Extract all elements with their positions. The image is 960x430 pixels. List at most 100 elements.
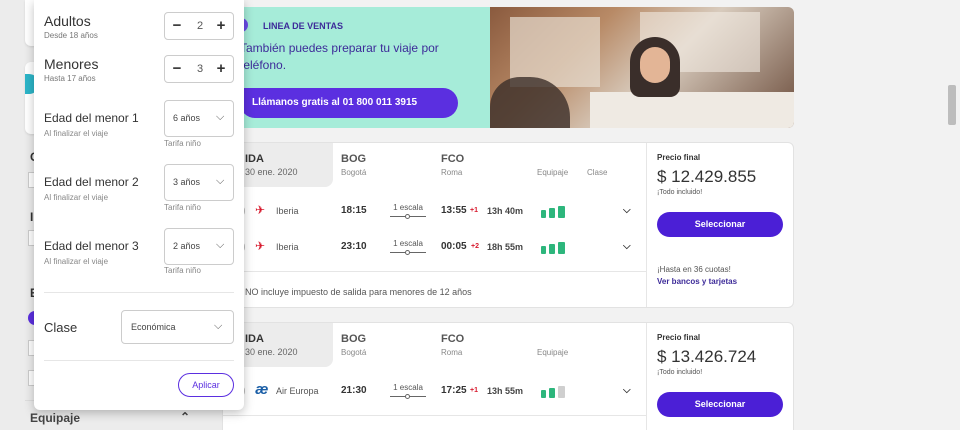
chevron-down-icon: ⌵ [216, 111, 225, 123]
child-age-sublabel: Al finalizar el viaje [44, 193, 109, 202]
call-center-photo [490, 7, 794, 128]
adults-label: Adultos [44, 13, 91, 29]
equipaje-filter-heading[interactable]: Equipaje [30, 411, 80, 425]
minors-label: Menores [44, 56, 99, 72]
column-clase: Clase [587, 168, 608, 177]
fare-type: Tarifa niño [164, 266, 201, 275]
destination-city: Roma [441, 168, 463, 177]
price-label: Precio final [657, 333, 701, 342]
stop-dot [405, 250, 410, 255]
price-value: $ 12.429.855 [657, 167, 757, 186]
increment-adults-button[interactable]: + [214, 18, 228, 34]
origin-city: Bogotá [341, 348, 367, 357]
adults-sublabel: Desde 18 años [44, 31, 98, 40]
child-age-select[interactable]: 2 años ⌵ [164, 228, 234, 265]
checked-bag-icon [558, 242, 565, 254]
chevron-down-icon: ⌵ [214, 320, 223, 332]
apply-button[interactable]: Aplicar [178, 373, 234, 397]
divider [646, 323, 647, 430]
fare-type: Tarifa niño [164, 139, 201, 148]
sales-line-banner: LINEA DE VENTAS También puedes preparar … [222, 7, 794, 128]
child-age-select[interactable]: 3 años ⌵ [164, 164, 234, 201]
day-offset: +2 [471, 243, 479, 250]
day-offset: +1 [470, 207, 478, 214]
minors-count: 3 [196, 63, 204, 75]
origin-code: BOG [341, 333, 367, 345]
flight-result-card: IDA 30 ene. 2020 BOG Bogotá FCO Roma Equ… [222, 322, 794, 430]
air-europa-logo-icon: æ [255, 381, 269, 398]
divider [223, 271, 646, 272]
selected-value: 6 años [173, 113, 201, 123]
carry-on-icon [549, 208, 555, 218]
installments-note: ¡Hasta en 36 cuotas! [657, 265, 731, 274]
segment-label: IDA [245, 333, 264, 345]
expand-chevron-icon[interactable]: ⌵ [623, 241, 631, 252]
page-scrollbar[interactable] [948, 85, 956, 125]
banks-link[interactable]: Ver bancos y tarjetas [657, 277, 737, 286]
divider [223, 415, 646, 416]
departure-time: 18:15 [341, 205, 367, 216]
decrement-minors-button[interactable]: − [170, 61, 184, 77]
arrival-time: 00:05 [441, 241, 467, 252]
personal-item-icon [541, 210, 546, 218]
personal-item-icon [541, 246, 546, 254]
day-offset: +1 [470, 387, 478, 394]
stop-dot [405, 214, 410, 219]
chevron-down-icon: ⌵ [216, 175, 225, 187]
increment-minors-button[interactable]: + [214, 61, 228, 77]
select-flight-button[interactable]: Seleccionar [657, 392, 783, 417]
chevron-up-icon[interactable]: ⌃ [180, 410, 190, 424]
arrival-time: 17:25 [441, 385, 467, 396]
price-value: $ 13.426.724 [657, 347, 757, 366]
column-equipaje: Equipaje [537, 168, 569, 177]
stops-label: 1 escala [393, 383, 423, 392]
selected-value: 2 años [173, 241, 201, 251]
call-button[interactable]: Llámanos gratis al 01 800 011 3915 [240, 88, 458, 118]
destination-code: FCO [441, 153, 465, 165]
iberia-logo-icon: ✈ [255, 203, 266, 217]
departure-time: 23:10 [341, 241, 367, 252]
divider [44, 360, 234, 361]
tax-note: NO incluye impuesto de salida para menor… [245, 287, 472, 297]
price-note: ¡Todo incluido! [657, 189, 703, 196]
stops-label: 1 escala [393, 203, 423, 212]
expand-chevron-icon[interactable]: ⌵ [623, 385, 631, 396]
airline-name: Iberia [276, 206, 299, 216]
class-select[interactable]: Económica ⌵ [121, 310, 234, 344]
chevron-down-icon: ⌵ [216, 239, 225, 251]
passengers-dropdown: Adultos Desde 18 años − 2 + Menores Hast… [34, 0, 244, 410]
minors-stepper: − 3 + [164, 55, 234, 83]
minors-sublabel: Hasta 17 años [44, 74, 96, 83]
destination-code: FCO [441, 333, 465, 345]
price-note: ¡Todo incluido! [657, 369, 703, 376]
origin-code: BOG [341, 153, 367, 165]
carry-on-icon [549, 388, 555, 398]
stop-dot [405, 394, 410, 399]
adults-count: 2 [196, 20, 204, 32]
class-label: Clase [44, 320, 78, 335]
child-age-sublabel: Al finalizar el viaje [44, 257, 109, 266]
child-age-label: Edad del menor 3 [44, 239, 139, 253]
airline-name: Iberia [276, 242, 299, 252]
departure-time: 21:30 [341, 385, 367, 396]
column-equipaje: Equipaje [537, 348, 569, 357]
selected-value: Económica [131, 322, 176, 332]
adults-stepper: − 2 + [164, 12, 234, 40]
decrement-adults-button[interactable]: − [170, 18, 184, 34]
select-flight-button[interactable]: Seleccionar [657, 212, 783, 237]
expand-chevron-icon[interactable]: ⌵ [623, 205, 631, 216]
checked-bag-icon [558, 386, 565, 398]
price-label: Precio final [657, 153, 701, 162]
flight-duration: 13h 40m [487, 206, 524, 216]
destination-city: Roma [441, 348, 463, 357]
child-age-select[interactable]: 6 años ⌵ [164, 100, 234, 137]
iberia-logo-icon: ✈ [255, 239, 266, 253]
personal-item-icon [541, 390, 546, 398]
child-age-sublabel: Al finalizar el viaje [44, 129, 109, 138]
banner-text: También puedes preparar tu viaje por tel… [240, 41, 439, 72]
arrival-time: 13:55 [441, 205, 467, 216]
divider [44, 292, 234, 293]
flight-duration: 18h 55m [487, 242, 524, 252]
selected-value: 3 años [173, 177, 201, 187]
banner-tag: LINEA DE VENTAS [263, 21, 344, 31]
